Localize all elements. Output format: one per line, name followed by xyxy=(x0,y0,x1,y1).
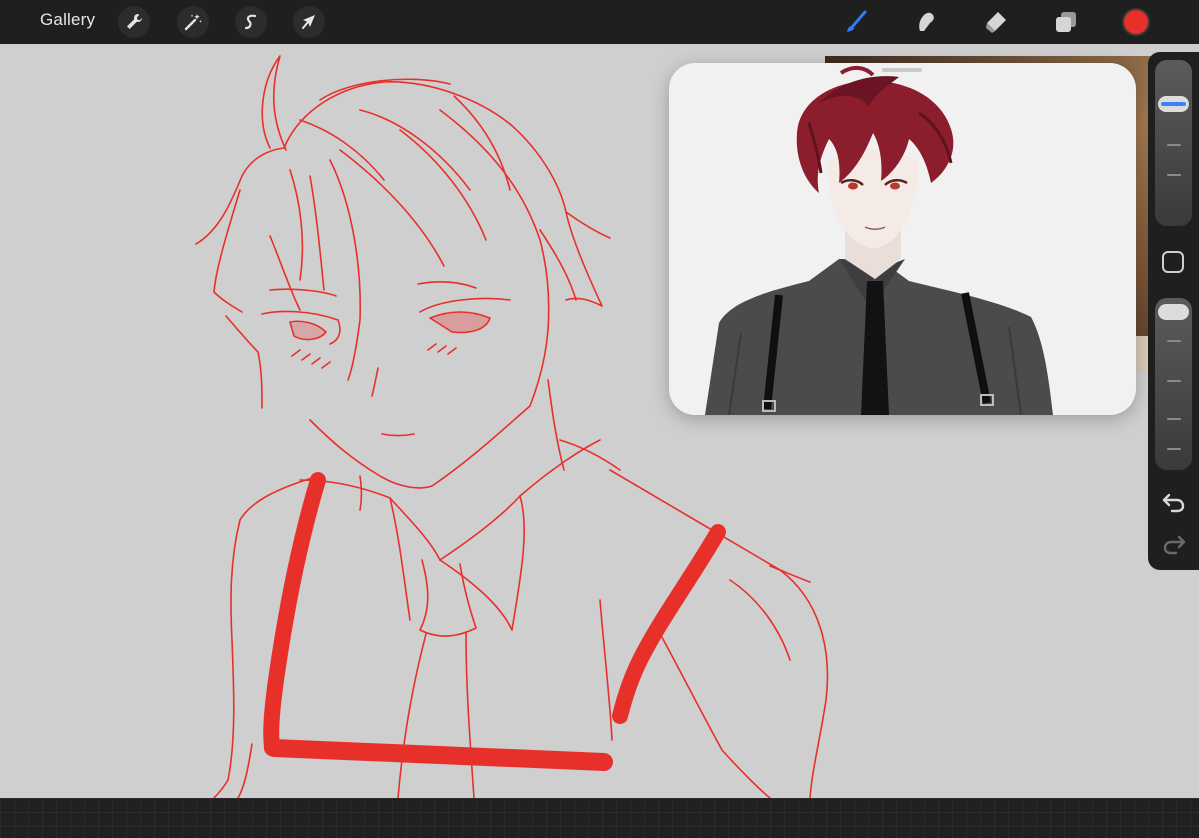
procreate-app: Gallery xyxy=(0,0,1199,838)
brush-tool[interactable] xyxy=(840,6,872,38)
gallery-button[interactable]: Gallery xyxy=(40,10,95,30)
reference-character-image xyxy=(705,66,1053,415)
redo-icon[interactable] xyxy=(1160,532,1188,556)
reference-window[interactable] xyxy=(669,63,1136,415)
brush-size-indicator xyxy=(1161,102,1186,106)
eraser-tool[interactable] xyxy=(980,6,1012,38)
top-toolbar: Gallery xyxy=(0,0,1199,44)
wrench-icon xyxy=(127,14,142,29)
brush-icon xyxy=(847,10,867,32)
magic-wand-icon xyxy=(184,14,202,31)
square-icon[interactable] xyxy=(1162,251,1184,273)
arrow-cursor-icon xyxy=(302,15,315,29)
actions-button[interactable] xyxy=(118,6,150,38)
color-picker[interactable] xyxy=(1122,8,1150,36)
s-curve-icon xyxy=(244,14,257,30)
eraser-icon xyxy=(986,12,1006,33)
layers-icon xyxy=(1056,12,1076,32)
right-sidebar xyxy=(1148,52,1199,570)
suspender-strokes xyxy=(263,472,726,771)
brush-size-slider[interactable] xyxy=(1155,60,1192,226)
adjustments-button[interactable] xyxy=(177,6,209,38)
undo-icon[interactable] xyxy=(1160,490,1188,514)
opacity-slider[interactable] xyxy=(1155,298,1192,470)
selection-button[interactable] xyxy=(235,6,267,38)
transform-button[interactable] xyxy=(293,6,325,38)
reference-drag-handle[interactable] xyxy=(882,68,922,72)
smudge-tool[interactable] xyxy=(909,6,941,38)
bottom-bar xyxy=(0,798,1199,838)
smudge-icon xyxy=(919,12,934,31)
layers-tool[interactable] xyxy=(1050,6,1082,38)
opacity-thumb[interactable] xyxy=(1158,304,1189,320)
